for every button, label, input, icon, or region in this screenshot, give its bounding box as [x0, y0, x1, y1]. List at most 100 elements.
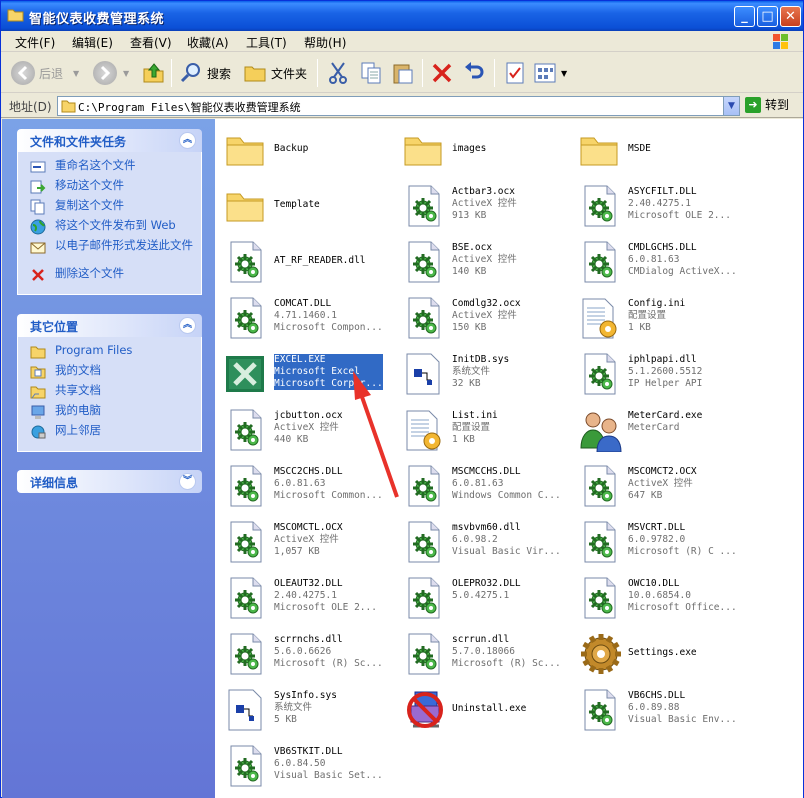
toolbar: 后退 ▼ ▼ 搜索 文件夹 ▼ — [1, 53, 803, 93]
sys-icon — [403, 352, 443, 396]
file-name: MSCOMCT2.OCX — [628, 466, 697, 477]
address-dropdown-button[interactable]: ▼ — [723, 97, 739, 115]
place-shared-documents[interactable]: 共享文档 — [18, 383, 201, 403]
properties-button[interactable] — [503, 59, 527, 87]
folders-button[interactable]: 文件夹 — [243, 59, 307, 87]
menu-tools[interactable]: 工具(T) — [246, 34, 287, 51]
file-item[interactable]: OWC10.DLL 10.0.6854.0 Microsoft Office... — [571, 570, 741, 622]
file-item[interactable]: scrrnchs.dll 5.6.0.6626 Microsoft (R) Sc..… — [217, 626, 387, 678]
task-rename[interactable]: 重命名这个文件 — [18, 158, 201, 178]
file-item[interactable]: CMDLGCHS.DLL 6.0.81.63 CMDialog ActiveX... — [571, 234, 741, 286]
menu-edit[interactable]: 编辑(E) — [72, 34, 113, 51]
file-item[interactable]: jcbutton.ocx ActiveX 控件 440 KB — [217, 402, 387, 454]
details-header[interactable]: 详细信息 ︾ — [17, 470, 202, 493]
file-item[interactable]: List.ini 配置设置 1 KB — [395, 402, 565, 454]
place-my-computer[interactable]: 我的电脑 — [18, 403, 201, 423]
file-item[interactable]: EXCEL.EXE Microsoft Excel Microsoft Corpor… — [217, 346, 387, 398]
task-email[interactable]: 以电子邮件形式发送此文件 — [18, 238, 201, 266]
file-text: MeterCard.exe MeterCard — [628, 410, 702, 434]
file-item[interactable]: VB6CHS.DLL 6.0.89.88 Visual Basic Env... — [571, 682, 741, 734]
title-bar[interactable]: 智能仪表收费管理系统 _ □ ✕ — [1, 1, 803, 31]
file-text: InitDB.sys 系统文件 32 KB — [452, 354, 509, 390]
file-detail: 6.0.81.63 — [274, 478, 326, 489]
file-item[interactable]: Uninstall.exe — [395, 682, 565, 734]
task-copy[interactable]: 复制这个文件 — [18, 198, 201, 218]
search-button[interactable]: 搜索 — [179, 59, 231, 87]
forward-button[interactable]: ▼ — [93, 59, 129, 87]
dll-icon — [579, 464, 619, 508]
task-move[interactable]: 移动这个文件 — [18, 178, 201, 198]
paste-button[interactable] — [391, 59, 415, 87]
file-item[interactable]: SysInfo.sys 系统文件 5 KB — [217, 682, 387, 734]
file-detail: 配置设置 — [452, 422, 491, 433]
menu-favorites[interactable]: 收藏(A) — [187, 34, 229, 51]
collapse-icon[interactable]: ︽ — [179, 317, 196, 334]
file-item[interactable]: Template — [217, 178, 387, 230]
file-text: OLEPRO32.DLL 5.0.4275.1 — [452, 578, 521, 602]
file-item[interactable]: iphlpapi.dll 5.1.2600.5512 IP Helper API — [571, 346, 741, 398]
file-item[interactable]: VB6STKIT.DLL 6.0.84.50 Visual Basic Set... — [217, 738, 387, 790]
file-item[interactable]: MSCOMCT2.OCX ActiveX 控件 647 KB — [571, 458, 741, 510]
file-item[interactable]: MeterCard.exe MeterCard — [571, 402, 741, 454]
file-item[interactable]: COMCAT.DLL 4.71.1460.1 Microsoft Compon... — [217, 290, 387, 342]
collapse-icon[interactable]: ︽ — [179, 132, 196, 149]
uninstall-icon — [403, 688, 443, 732]
file-tasks-header[interactable]: 文件和文件夹任务 ︽ — [17, 129, 202, 152]
menu-bar: 文件(F) 编辑(E) 查看(V) 收藏(A) 工具(T) 帮助(H) — [1, 31, 803, 52]
copy-icon — [30, 199, 45, 215]
file-item[interactable]: Config.ini 配置设置 1 KB — [571, 290, 741, 342]
file-item[interactable]: InitDB.sys 系统文件 32 KB — [395, 346, 565, 398]
file-item[interactable]: OLEPRO32.DLL 5.0.4275.1 — [395, 570, 565, 622]
minimize-button[interactable]: _ — [734, 6, 755, 27]
folder-icon — [61, 100, 76, 113]
place-my-documents[interactable]: 我的文档 — [18, 363, 201, 383]
file-item[interactable]: images — [395, 122, 565, 174]
file-item[interactable]: MSCC2CHS.DLL 6.0.81.63 Microsoft Common... — [217, 458, 387, 510]
file-item[interactable]: MSDE — [571, 122, 741, 174]
go-button[interactable]: ➜ 转到 — [745, 96, 789, 113]
dll-icon — [225, 408, 265, 452]
file-item[interactable]: ASYCFILT.DLL 2.40.4275.1 Microsoft OLE 2..… — [571, 178, 741, 230]
file-item[interactable]: AT_RF_READER.dll — [217, 234, 387, 286]
copy-button[interactable] — [359, 59, 383, 87]
file-item[interactable]: Settings.exe — [571, 626, 741, 678]
up-folder-button[interactable] — [142, 59, 166, 87]
file-name: COMCAT.DLL — [274, 298, 332, 309]
maximize-button[interactable]: □ — [757, 6, 778, 27]
place-network[interactable]: 网上邻居 — [18, 423, 201, 443]
file-item[interactable]: OLEAUT32.DLL 2.40.4275.1 Microsoft OLE 2..… — [217, 570, 387, 622]
place-program-files[interactable]: Program Files — [18, 343, 201, 363]
views-button[interactable]: ▼ — [533, 59, 567, 87]
file-text: OLEAUT32.DLL 2.40.4275.1 Microsoft OLE 2..… — [274, 578, 377, 614]
cut-button[interactable] — [326, 59, 350, 87]
file-item[interactable]: MSVCRT.DLL 6.0.9782.0 Microsoft (R) C ... — [571, 514, 741, 566]
file-item[interactable]: BSE.ocx ActiveX 控件 140 KB — [395, 234, 565, 286]
task-delete[interactable]: 删除这个文件 — [18, 266, 201, 286]
file-detail: ActiveX 控件 — [628, 478, 693, 489]
undo-button[interactable] — [462, 59, 486, 87]
file-text: AT_RF_READER.dll — [274, 255, 366, 267]
task-publish-web[interactable]: 将这个文件发布到 Web — [18, 218, 201, 238]
menu-file[interactable]: 文件(F) — [15, 34, 55, 51]
file-item[interactable]: MSCOMCTL.OCX ActiveX 控件 1,057 KB — [217, 514, 387, 566]
back-button[interactable]: 后退 ▼ — [11, 59, 79, 87]
delete-button[interactable] — [430, 59, 454, 87]
file-text: Config.ini 配置设置 1 KB — [628, 298, 685, 334]
file-item[interactable]: Comdlg32.ocx ActiveX 控件 150 KB — [395, 290, 565, 342]
file-detail: 6.0.81.63 — [628, 254, 680, 265]
address-input[interactable]: C:\Program Files\智能仪表收费管理系统 ▼ — [57, 96, 740, 116]
menu-help[interactable]: 帮助(H) — [304, 34, 346, 51]
file-item[interactable]: MSCMCCHS.DLL 6.0.81.63 Windows Common C... — [395, 458, 565, 510]
file-item[interactable]: Backup — [217, 122, 387, 174]
file-item[interactable]: msvbvm60.dll 6.0.98.2 Visual Basic Vir... — [395, 514, 565, 566]
file-item[interactable]: scrrun.dll 5.7.0.18066 Microsoft (R) Sc... — [395, 626, 565, 678]
expand-icon[interactable]: ︾ — [179, 473, 196, 490]
file-detail: 5.7.0.18066 — [452, 646, 515, 657]
menu-view[interactable]: 查看(V) — [130, 34, 172, 51]
file-detail: 6.0.84.50 — [274, 758, 326, 769]
other-places-header[interactable]: 其它位置 ︽ — [17, 314, 202, 337]
close-button[interactable]: ✕ — [780, 6, 801, 27]
delete-x-icon — [432, 63, 452, 83]
file-item[interactable]: Actbar3.ocx ActiveX 控件 913 KB — [395, 178, 565, 230]
search-label: 搜索 — [207, 66, 232, 81]
